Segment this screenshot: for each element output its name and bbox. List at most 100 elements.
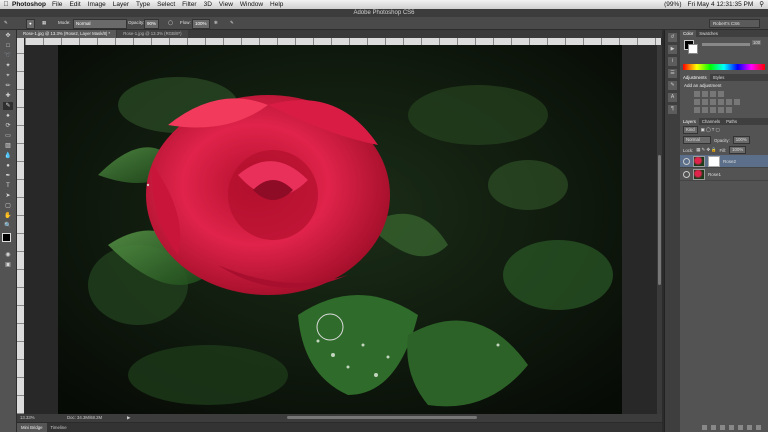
- photo-filter-icon[interactable]: [726, 99, 732, 105]
- crop-tool-icon[interactable]: ⌖: [3, 72, 13, 80]
- menu-window[interactable]: Window: [240, 0, 263, 9]
- brightness-contrast-icon[interactable]: [694, 91, 700, 97]
- exposure-icon[interactable]: [718, 91, 724, 97]
- menu-layer[interactable]: Layer: [113, 0, 129, 9]
- menu-view[interactable]: View: [219, 0, 233, 9]
- layer-name[interactable]: Rose1: [708, 172, 721, 177]
- flow-field[interactable]: 100%: [192, 19, 210, 29]
- eye-icon[interactable]: [683, 157, 690, 165]
- pressure-opacity-icon[interactable]: ◯: [168, 19, 173, 27]
- levels-icon[interactable]: [702, 91, 708, 97]
- new-group-icon[interactable]: [738, 425, 743, 430]
- menu-type[interactable]: Type: [136, 0, 150, 9]
- zoom-level[interactable]: 13.33%: [20, 414, 35, 422]
- hue-saturation-icon[interactable]: [702, 99, 708, 105]
- tab-mini-bridge[interactable]: Mini Bridge: [17, 423, 47, 432]
- link-icon[interactable]: [702, 425, 707, 430]
- add-mask-icon[interactable]: [720, 425, 725, 430]
- clone-stamp-icon[interactable]: ♠: [3, 112, 13, 120]
- kind-filter-select[interactable]: Kind: [683, 126, 698, 134]
- airbrush-icon[interactable]: ✻: [214, 19, 218, 27]
- shape-tool-icon[interactable]: ▢: [3, 202, 13, 210]
- horizontal-ruler[interactable]: [25, 38, 661, 45]
- properties-icon[interactable]: ☰: [668, 69, 677, 78]
- menu-select[interactable]: Select: [157, 0, 175, 9]
- color-spectrum[interactable]: [683, 64, 765, 70]
- screen-mode-icon[interactable]: ▣: [3, 261, 13, 269]
- filter-icons[interactable]: ▣ ◯ T ▢: [701, 127, 720, 133]
- lasso-tool-icon[interactable]: ➰: [3, 52, 13, 60]
- channel-mixer-icon[interactable]: [734, 99, 740, 105]
- vibrance-icon[interactable]: [694, 99, 700, 105]
- new-adjustment-icon[interactable]: [729, 425, 734, 430]
- pressure-size-icon[interactable]: ✎: [230, 19, 234, 27]
- quick-select-icon[interactable]: ✦: [3, 62, 13, 70]
- gray-slider[interactable]: [702, 43, 750, 46]
- tab-swatches[interactable]: Swatches: [696, 30, 721, 37]
- zoom-tool-icon[interactable]: 🔍: [3, 222, 13, 230]
- info-icon[interactable]: i: [668, 57, 677, 66]
- fx-icon[interactable]: [711, 425, 716, 430]
- layer-name[interactable]: Rose2: [723, 159, 736, 164]
- dodge-tool-icon[interactable]: ●: [3, 162, 13, 170]
- layer-mask-thumbnail[interactable]: [708, 155, 720, 167]
- fill-field[interactable]: 100%: [729, 146, 747, 154]
- menu-3d[interactable]: 3D: [204, 0, 212, 9]
- layer-row-rose1[interactable]: Rose1: [680, 168, 768, 181]
- eyedropper-icon[interactable]: ✏: [3, 82, 13, 90]
- trash-icon[interactable]: [756, 425, 761, 430]
- black-white-icon[interactable]: [718, 99, 724, 105]
- eye-icon[interactable]: [683, 170, 690, 178]
- type-tool-icon[interactable]: T: [3, 182, 13, 190]
- rose-photo[interactable]: [58, 45, 622, 414]
- new-layer-icon[interactable]: [747, 425, 752, 430]
- character-icon[interactable]: A: [668, 93, 677, 102]
- lock-icons[interactable]: ▦ ✎ ✥ 🔒: [696, 147, 716, 153]
- app-menu[interactable]: Photoshop: [12, 0, 46, 9]
- tab-rose-rgb[interactable]: Rose-1.jpg @ 13.3% (RGB/8*): [117, 30, 188, 38]
- posterize-icon[interactable]: [702, 107, 708, 113]
- layer-opacity-field[interactable]: 100%: [732, 136, 750, 144]
- brush-panel-icon[interactable]: ▦: [42, 19, 46, 27]
- spotlight-icon[interactable]: ⚲: [759, 0, 764, 9]
- paragraph-icon[interactable]: ¶: [668, 105, 677, 114]
- vertical-ruler[interactable]: [17, 38, 24, 414]
- brush-tool-icon[interactable]: ✎: [3, 102, 13, 110]
- path-select-icon[interactable]: ➤: [3, 192, 13, 200]
- menu-help[interactable]: Help: [270, 0, 283, 9]
- workspace-select[interactable]: Robert's CS6: [709, 19, 760, 28]
- tab-color[interactable]: Color: [680, 30, 697, 37]
- color-swatches[interactable]: [0, 233, 16, 249]
- threshold-icon[interactable]: [710, 107, 716, 113]
- healing-brush-icon[interactable]: ✚: [3, 92, 13, 100]
- selective-color-icon[interactable]: [726, 107, 732, 113]
- opacity-field[interactable]: 90%: [144, 19, 160, 29]
- hand-tool-icon[interactable]: ✋: [3, 212, 13, 220]
- quick-mask-icon[interactable]: ◉: [3, 251, 13, 259]
- tab-layers[interactable]: Layers: [680, 118, 699, 125]
- mode-select[interactable]: Normal: [73, 19, 127, 29]
- brush-size-picker[interactable]: ●: [26, 19, 35, 29]
- actions-icon[interactable]: ▶: [668, 45, 677, 54]
- menu-file[interactable]: File: [52, 0, 62, 9]
- vertical-scroll-thumb[interactable]: [658, 155, 661, 285]
- invert-icon[interactable]: [694, 107, 700, 113]
- tab-styles[interactable]: Styles: [710, 74, 728, 81]
- tab-paths[interactable]: Paths: [723, 118, 740, 125]
- status-arrow-icon[interactable]: ▶: [127, 414, 130, 422]
- brush-presets-icon[interactable]: ✎: [668, 81, 677, 90]
- layer-row-rose2[interactable]: Rose2: [680, 155, 768, 168]
- doc-size[interactable]: Doc: 34.3M/68.2M: [67, 414, 102, 422]
- gradient-tool-icon[interactable]: ▨: [3, 142, 13, 150]
- tab-channels[interactable]: Channels: [699, 118, 723, 125]
- history-icon[interactable]: ↺: [668, 33, 677, 42]
- tab-rose-mask[interactable]: Rose-1.jpg @ 13.3% (Rose2, Layer Mask/8)…: [17, 30, 117, 38]
- brush-tool-icon[interactable]: ✎: [4, 19, 8, 27]
- pen-tool-icon[interactable]: ✒: [3, 172, 13, 180]
- menu-image[interactable]: Image: [88, 0, 106, 9]
- marquee-tool-icon[interactable]: □: [3, 42, 13, 50]
- curves-icon[interactable]: [710, 91, 716, 97]
- tab-timeline[interactable]: Timeline: [47, 423, 71, 432]
- move-tool-icon[interactable]: ✥: [3, 32, 13, 40]
- tab-adjustments[interactable]: Adjustments: [680, 74, 710, 81]
